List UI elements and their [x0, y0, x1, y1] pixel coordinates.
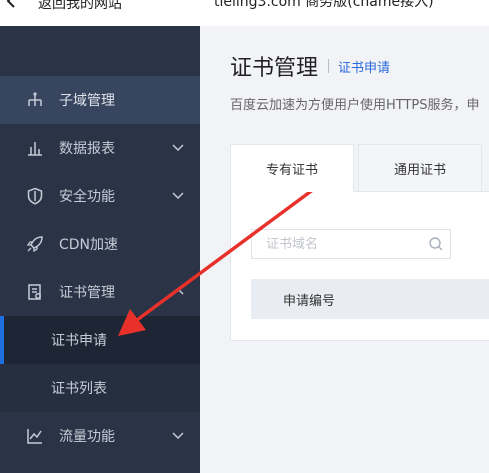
top-bar: 返回我的网站 tieling3.com 商务版(cname接入)	[0, 0, 489, 26]
main-content: 证书管理 证书申请 百度云加速为方便用户使用HTTPS服务，申 专有证书 通用证…	[200, 26, 489, 473]
bar-chart-icon	[26, 139, 44, 157]
sidebar-item-security[interactable]: 安全功能	[0, 172, 200, 220]
sidebar-item-label: 数据报表	[59, 141, 115, 157]
sidebar-item-certificates[interactable]: 证书管理	[0, 268, 200, 316]
table-header: 申请编号	[251, 279, 489, 319]
active-indicator	[0, 316, 4, 364]
sidebar-subitem-cert-apply[interactable]: 证书申请	[0, 316, 200, 364]
sidebar-item-reports[interactable]: 数据报表	[0, 124, 200, 172]
chevron-down-icon	[171, 430, 185, 442]
tab-general-cert[interactable]: 通用证书	[358, 144, 482, 192]
sidebar-item-label: 安全功能	[59, 189, 115, 205]
sidebar-subitem-label: 证书列表	[51, 381, 107, 397]
tab-label: 专有证书	[265, 162, 318, 178]
subdomain-icon	[26, 91, 44, 109]
sidebar-item-cdn[interactable]: CDN加速	[0, 220, 200, 268]
page-title: 证书管理	[230, 56, 319, 81]
sidebar: 子域管理 数据报表 安全功能 CDN加速 证书管理 证书申请 证书列表 流量功能	[0, 26, 200, 473]
site-name: tieling3.com 商务版(cname接入)	[214, 0, 434, 10]
sidebar-item-label: 证书管理	[59, 285, 115, 301]
back-label: 返回我的网站	[38, 0, 122, 12]
tab-label: 通用证书	[393, 162, 446, 178]
chevron-up-icon	[171, 286, 185, 298]
title-divider	[328, 59, 330, 73]
sidebar-subitem-cert-list[interactable]: 证书列表	[0, 364, 200, 412]
sidebar-item-label: 子域管理	[59, 93, 115, 109]
sidebar-item-traffic[interactable]: 流量功能	[0, 412, 200, 460]
sidebar-item-label: CDN加速	[59, 237, 119, 253]
cert-domain-search-input[interactable]	[252, 230, 422, 258]
sidebar-item-label: 流量功能	[59, 429, 115, 445]
shield-icon	[26, 187, 44, 205]
rocket-icon	[26, 235, 44, 253]
sidebar-item-subdomain[interactable]: 子域管理	[0, 76, 200, 124]
column-header-application-id: 申请编号	[283, 293, 336, 309]
chevron-down-icon	[171, 190, 185, 202]
chevron-down-icon	[171, 142, 185, 154]
certificate-icon	[26, 283, 44, 301]
breadcrumb-current[interactable]: 证书申请	[338, 57, 390, 76]
cert-panel: 申请编号	[230, 191, 489, 341]
back-to-sites-link[interactable]: 返回我的网站	[4, 0, 122, 15]
search-box	[251, 229, 451, 259]
sidebar-subitem-label: 证书申请	[51, 333, 107, 349]
search-icon[interactable]	[428, 236, 444, 252]
title-row: 证书管理 证书申请	[230, 50, 390, 82]
line-chart-icon	[26, 427, 44, 445]
tab-dedicated-cert[interactable]: 专有证书	[230, 144, 354, 192]
page-description: 百度云加速为方便用户使用HTTPS服务，申	[230, 98, 480, 113]
chevron-left-icon	[4, 0, 18, 15]
